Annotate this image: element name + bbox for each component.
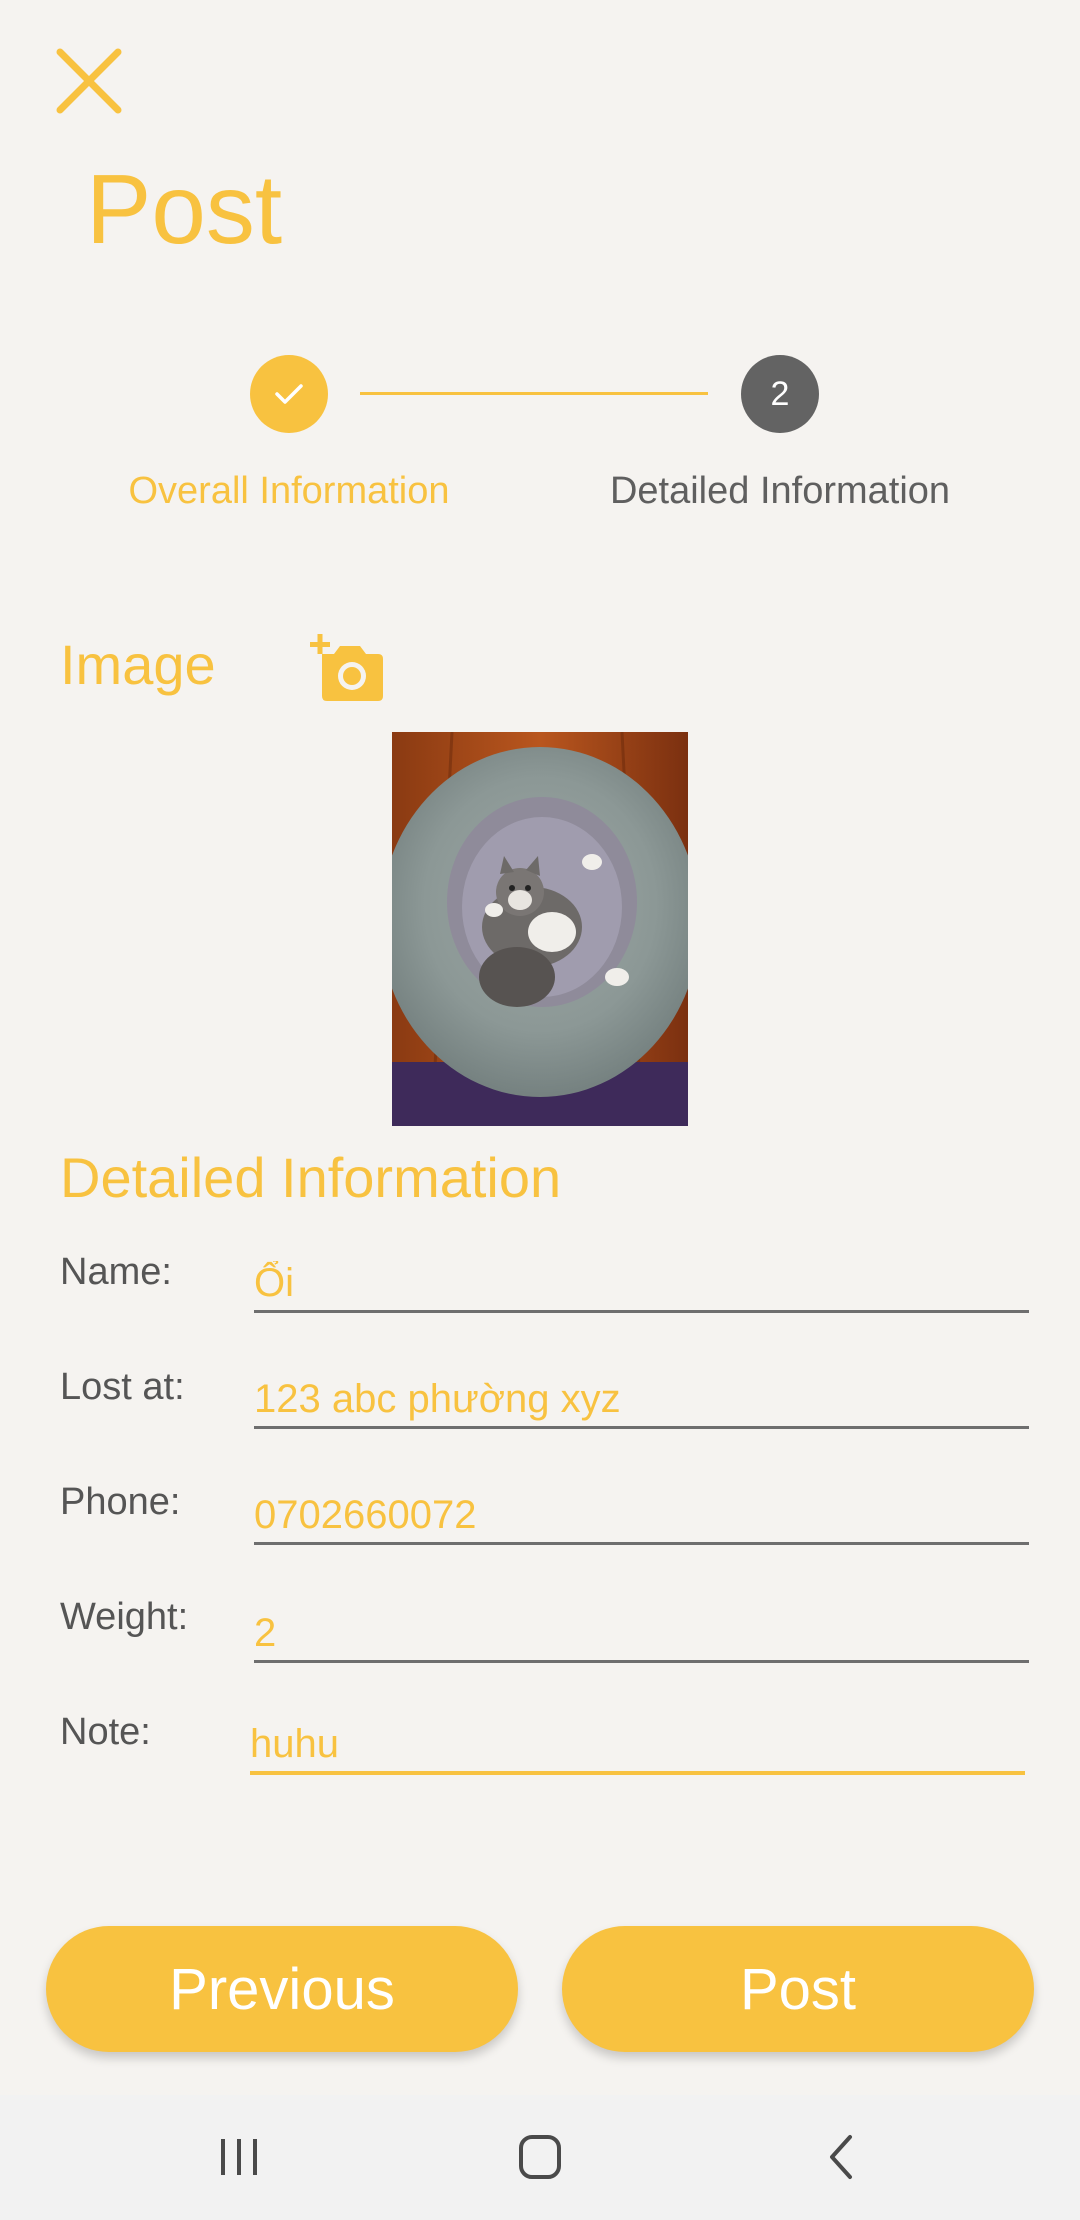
phone-field[interactable]: [254, 1488, 1029, 1545]
previous-button[interactable]: Previous: [46, 1926, 518, 2052]
image-section-label: Image: [60, 633, 216, 696]
note-field[interactable]: [250, 1717, 1025, 1775]
name-label: Name:: [60, 1251, 172, 1293]
step-2-indicator[interactable]: 2: [741, 355, 819, 433]
phone-label: Phone:: [60, 1481, 181, 1523]
weight-label: Weight:: [60, 1596, 189, 1638]
lost-at-label: Lost at:: [60, 1366, 185, 1408]
system-nav-bar: [0, 2095, 1080, 2220]
name-field[interactable]: [254, 1256, 1029, 1313]
weight-field[interactable]: [254, 1606, 1029, 1663]
step-1-indicator[interactable]: [250, 355, 328, 433]
back-icon: [830, 2135, 852, 2179]
back-button[interactable]: [808, 2125, 878, 2189]
home-button[interactable]: [505, 2125, 575, 2189]
home-icon: [519, 2135, 561, 2179]
lost-at-field[interactable]: [254, 1372, 1029, 1429]
recent-apps-icon: [221, 2139, 257, 2175]
page-title: Post: [86, 154, 283, 264]
post-button[interactable]: Post: [562, 1926, 1034, 2052]
add-photo-icon: [310, 634, 383, 701]
step-1-label[interactable]: Overall Information: [128, 470, 449, 513]
details-heading: Detailed Information: [60, 1146, 562, 1209]
cat-photo-image: [392, 732, 688, 1126]
close-button[interactable]: [54, 46, 124, 116]
check-icon: [275, 384, 303, 404]
stepper-connector: [360, 392, 708, 395]
note-label: Note:: [60, 1711, 151, 1753]
close-icon: [56, 48, 122, 114]
pet-photo[interactable]: [392, 732, 688, 1126]
recent-apps-button[interactable]: [204, 2125, 274, 2189]
step-2-label[interactable]: Detailed Information: [610, 470, 950, 513]
add-photo-button[interactable]: [308, 632, 386, 702]
post-screen: Post 2 Overall Information Detailed Info…: [0, 0, 1080, 2220]
